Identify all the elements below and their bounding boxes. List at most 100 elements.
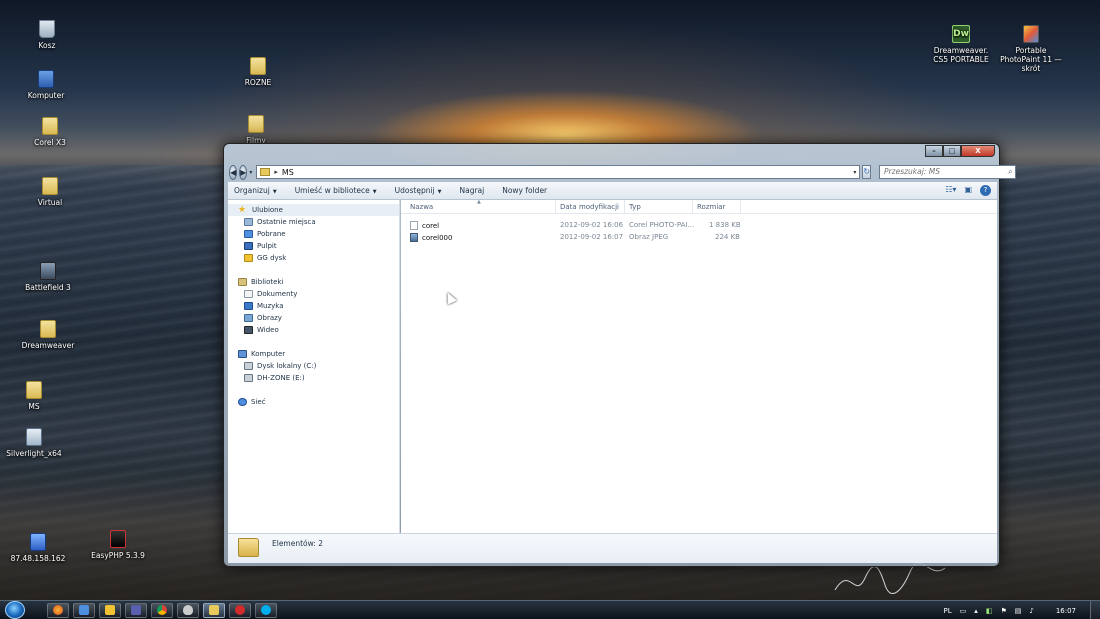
taskbar-explorer[interactable]: [203, 602, 225, 618]
window-caption-buttons: – □ X: [925, 145, 995, 157]
taskbar-alien-app[interactable]: [177, 602, 199, 618]
address-bar[interactable]: ▸ MS ▾: [256, 165, 861, 179]
desktop-icon-photopaint[interactable]: Portable PhotoPaint 11 — skrót: [996, 25, 1066, 73]
network-app-icon: [79, 605, 89, 615]
chevron-down-icon: ▼: [372, 189, 377, 195]
desktop-icon-battlefield-3[interactable]: Battlefield 3: [13, 262, 83, 292]
volume-icon[interactable]: ♪: [1029, 607, 1033, 615]
taskbar-gg[interactable]: [99, 602, 121, 618]
item-count: Elementów: 2: [272, 539, 324, 548]
desktop-icon-ms[interactable]: MS: [0, 381, 69, 411]
desktop-icon-rozne[interactable]: ROZNE: [223, 57, 293, 87]
file-row[interactable]: corel 2012-09-02 16:06 Corel PHOTO-PAI..…: [401, 220, 997, 232]
breadcrumb-folder[interactable]: MS: [282, 168, 294, 177]
taskbar-firefox[interactable]: [47, 602, 69, 618]
taskbar-network-app[interactable]: [73, 602, 95, 618]
nav-downloads[interactable]: Pobrane: [228, 228, 399, 240]
clock[interactable]: 16:07: [1056, 607, 1076, 615]
nav-favorites[interactable]: ★ Ulubione: [228, 204, 399, 216]
close-button[interactable]: X: [961, 145, 995, 157]
desktop-icon-dreamweaver[interactable]: Dreamweaver: [13, 320, 83, 350]
documents-icon: [244, 290, 253, 298]
taskbar-opera[interactable]: [229, 602, 251, 618]
desktop-icon-easyphp[interactable]: EasyPHP 5.3.9: [83, 530, 153, 560]
navigation-bar: ◀ ▶ ▾ ▸ MS ▾ ↻ ⌕: [229, 164, 1017, 180]
keyboard-icon[interactable]: ▭: [960, 607, 967, 615]
nav-network[interactable]: Sieć: [228, 396, 399, 408]
recent-pages-dropdown[interactable]: ▾: [249, 169, 252, 176]
folder-icon: [250, 57, 266, 75]
taskbar-chrome[interactable]: [151, 602, 173, 618]
tray-expand-icon[interactable]: ▴: [974, 607, 978, 615]
nav-libraries[interactable]: Biblioteki: [228, 276, 399, 288]
document-icon: [410, 221, 418, 230]
column-type[interactable]: Typ: [629, 203, 641, 211]
desktop-icon-virtual[interactable]: Virtual: [15, 177, 85, 207]
computer-icon: [38, 70, 54, 88]
recycle-bin-icon: [39, 20, 55, 38]
desktop-icon-network-shortcut[interactable]: 87.48.158.162: [3, 533, 73, 563]
organize-button[interactable]: Organizuj ▼: [234, 186, 277, 195]
file-list[interactable]: ▲ Nazwa Data modyfikacji Typ Rozmiar cor…: [401, 199, 997, 533]
nav-documents[interactable]: Dokumenty: [228, 288, 399, 300]
column-size[interactable]: Rozmiar: [697, 203, 725, 211]
network-status-icon[interactable]: ▤: [1015, 607, 1022, 615]
taskbar-editor[interactable]: [125, 602, 147, 618]
desktop-icon-silverlight[interactable]: Silverlight_x64: [0, 428, 69, 458]
explorer-window[interactable]: – □ X ◀ ▶ ▾ ▸ MS ▾ ↻ ⌕ Organizuj▼ Umieść…: [223, 143, 1017, 567]
nav-recent-places[interactable]: Ostatnie miejsca: [228, 216, 399, 228]
nav-gg-drive[interactable]: GG dysk: [228, 252, 399, 264]
show-desktop-button[interactable]: [1090, 601, 1100, 619]
navigation-pane: ★ Ulubione Ostatnie miejsca Pobrane Pulpi…: [228, 200, 400, 533]
nav-music[interactable]: Muzyka: [228, 300, 399, 312]
tray-app-icon[interactable]: ◧: [986, 607, 993, 615]
view-options-icon[interactable]: ☷▾: [945, 185, 956, 196]
nav-dh-zone-e[interactable]: DH-ZONE (E:): [228, 372, 399, 384]
action-center-icon[interactable]: ⚑: [1000, 607, 1006, 615]
folder-icon: [42, 117, 58, 135]
burn-button[interactable]: Nagraj: [459, 186, 484, 195]
nav-local-disk-c[interactable]: Dysk lokalny (C:): [228, 360, 399, 372]
search-icon[interactable]: ⌕: [1008, 166, 1012, 178]
file-name: corel000: [422, 233, 453, 242]
back-button[interactable]: ◀: [229, 164, 238, 180]
star-icon: ★: [238, 205, 247, 215]
file-row[interactable]: corel000 2012-09-02 16:07 Obraz JPEG 224…: [401, 232, 997, 244]
column-header: ▲ Nazwa Data modyfikacji Typ Rozmiar: [401, 199, 997, 214]
column-name[interactable]: Nazwa: [410, 203, 433, 211]
minimize-button[interactable]: –: [925, 145, 943, 157]
chevron-down-icon[interactable]: ▾: [853, 169, 856, 176]
desktop-icon-filmy[interactable]: Filmy: [221, 115, 291, 145]
column-date-modified[interactable]: Data modyfikacji: [560, 203, 619, 211]
search-input[interactable]: [884, 167, 1000, 176]
chevron-down-icon: ▼: [272, 189, 277, 195]
folder-icon: [238, 538, 259, 557]
include-in-library-button[interactable]: Umieść w bibliotece ▼: [295, 186, 377, 195]
forward-button[interactable]: ▶: [239, 164, 248, 180]
new-folder-button[interactable]: Nowy folder: [502, 186, 547, 195]
search-box[interactable]: ⌕: [879, 165, 1017, 179]
desktop-icon-recycle-bin[interactable]: Kosz: [12, 20, 82, 50]
view-controls: ☷▾ ▣ ?: [937, 185, 991, 196]
dreamweaver-icon: Dw: [952, 25, 970, 43]
language-indicator[interactable]: PL: [944, 607, 952, 615]
folder-icon: [209, 605, 219, 615]
refresh-button[interactable]: ↻: [862, 165, 872, 179]
firefox-icon: [53, 605, 63, 615]
desktop-icon-dreamweaver-cs5[interactable]: Dw Dreamweaver. CS5 PORTABLE: [926, 25, 996, 64]
nav-videos[interactable]: Wideo: [228, 324, 399, 336]
library-icon: [238, 278, 247, 286]
start-button[interactable]: [5, 601, 25, 619]
share-button[interactable]: Udostępnij ▼: [395, 186, 442, 195]
maximize-button[interactable]: □: [943, 145, 961, 157]
preview-pane-icon[interactable]: ▣: [964, 185, 972, 196]
nav-pictures[interactable]: Obrazy: [228, 312, 399, 324]
help-icon[interactable]: ?: [980, 185, 991, 196]
details-pane: Elementów: 2: [228, 533, 997, 563]
breadcrumb-separator: ▸: [274, 168, 278, 176]
nav-desktop[interactable]: Pulpit: [228, 240, 399, 252]
taskbar-skype[interactable]: [255, 602, 277, 618]
desktop-icon-computer[interactable]: Komputer: [11, 70, 81, 100]
nav-computer[interactable]: Komputer: [228, 348, 399, 360]
desktop-icon-corel-x3[interactable]: Corel X3: [15, 117, 85, 147]
